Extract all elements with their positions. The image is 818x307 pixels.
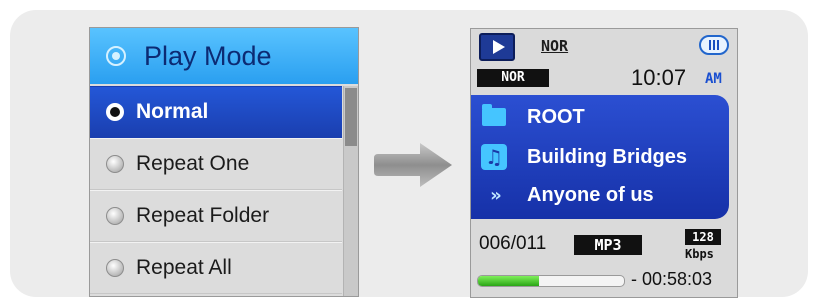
menu-header: Play Mode: [90, 28, 358, 84]
eq-mode-badge: NOR: [477, 69, 549, 87]
menu-item-repeat-all[interactable]: Repeat All: [90, 242, 342, 294]
menu-scrollbar[interactable]: [343, 86, 358, 296]
play-icon: [479, 33, 515, 61]
track-title: Building Bridges: [527, 145, 687, 168]
eq-mode-label: NOR: [541, 37, 569, 55]
play-mode-icon: [106, 46, 126, 66]
music-note-icon: ♫: [481, 144, 507, 170]
radio-selected-icon: [106, 103, 124, 121]
radio-icon: [106, 259, 124, 277]
menu-item-repeat-folder[interactable]: Repeat Folder: [90, 190, 342, 242]
battery-icon: [699, 35, 729, 55]
bitrate-value: 128: [685, 229, 721, 245]
menu-item-label: Repeat All: [136, 256, 232, 279]
right-arrow-icon: [374, 143, 452, 187]
folder-icon: [482, 104, 506, 126]
menu-list: Normal Repeat One Repeat Folder Repeat A…: [90, 86, 342, 294]
scrollbar-thumb[interactable]: [345, 88, 357, 146]
next-track-title: Anyone of us: [527, 183, 654, 206]
fast-forward-icon: »: [490, 184, 501, 206]
menu-item-label: Repeat One: [136, 152, 250, 175]
radio-icon: [106, 155, 124, 173]
format-badge: MP3: [574, 235, 642, 255]
play-mode-menu-screen: Play Mode Normal Repeat One Repeat Folde…: [89, 27, 359, 297]
folder-row: ROOT: [479, 104, 585, 129]
title-row: ♫ Building Bridges: [479, 144, 687, 170]
menu-item-repeat-one[interactable]: Repeat One: [90, 138, 342, 190]
track-info-box: ROOT ♫ Building Bridges » Anyone of us: [471, 95, 729, 219]
progress-fill: [478, 276, 540, 286]
folder-name: ROOT: [527, 105, 585, 128]
remaining-time: - 00:58:03: [631, 269, 713, 289]
menu-title: Play Mode: [144, 40, 272, 71]
playback-progress-bar[interactable]: [477, 275, 625, 287]
menu-item-label: Normal: [136, 100, 209, 123]
bitrate-unit: Kbps: [685, 247, 714, 261]
now-playing-screen: NOR NOR 10:07 AM ROOT ♫ Building Bridges…: [470, 28, 738, 298]
clock-time: 10:07: [631, 65, 687, 90]
radio-icon: [106, 207, 124, 225]
clock-ampm: AM: [705, 71, 722, 87]
menu-item-normal[interactable]: Normal: [90, 86, 342, 138]
track-counter: 006/011: [479, 233, 547, 254]
next-row: » Anyone of us: [479, 183, 654, 207]
menu-item-label: Repeat Folder: [136, 204, 270, 227]
